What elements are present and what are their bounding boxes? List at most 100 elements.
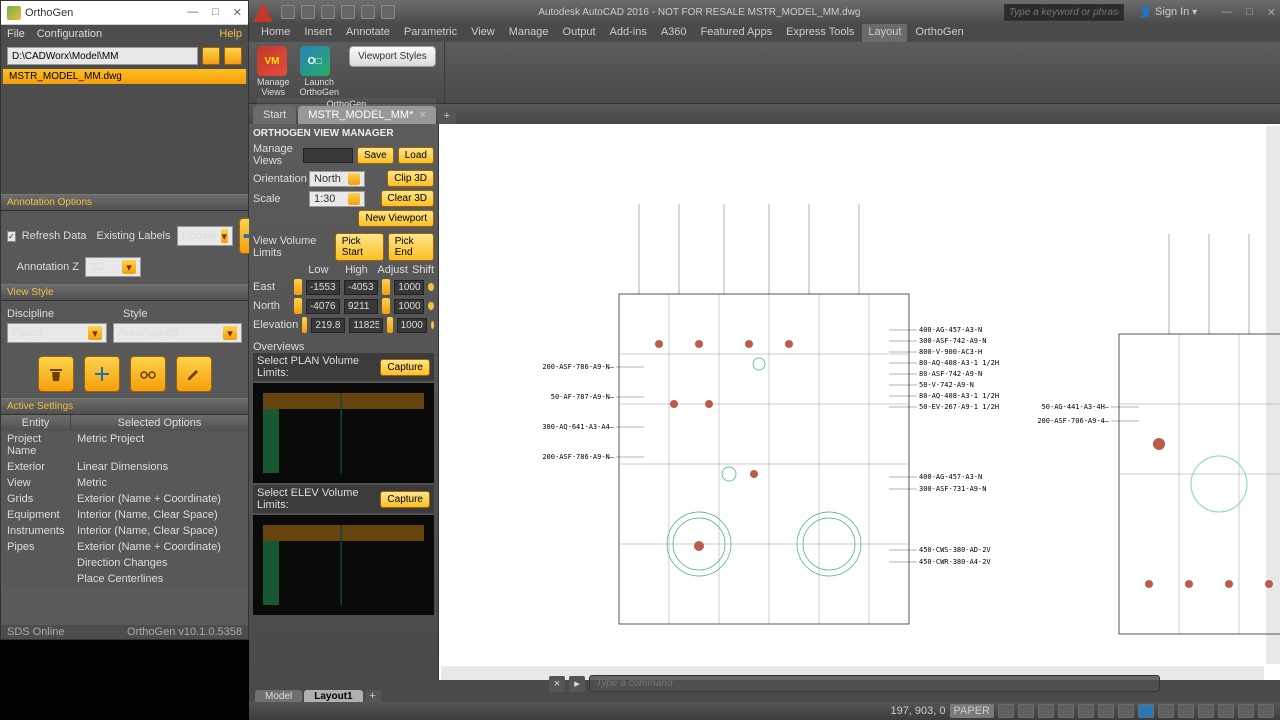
elev-spin[interactable] [302, 317, 307, 333]
east-adjust-input[interactable] [394, 280, 424, 295]
drawing-canvas[interactable]: 200-ASF-786-A9-N—50-AF-787-A9-N—300-AQ-6… [439, 124, 1280, 680]
ribbon-tab-express-tools[interactable]: Express Tools [780, 24, 860, 42]
capture-elev-button[interactable]: Capture [380, 491, 430, 508]
east-shift-dot[interactable] [428, 283, 434, 291]
elev-high-input[interactable] [349, 318, 383, 333]
polar-toggle-icon[interactable] [1058, 704, 1074, 718]
qat-open-icon[interactable] [301, 5, 315, 19]
ribbon-tab-a360[interactable]: A360 [655, 24, 693, 42]
new-doc-tab-button[interactable]: + [438, 108, 456, 124]
refresh-path-icon[interactable] [224, 47, 242, 65]
annotation-scale-icon[interactable] [1138, 704, 1154, 718]
cleanscreen-icon[interactable] [1238, 704, 1254, 718]
ribbon-tab-manage[interactable]: Manage [503, 24, 555, 42]
update-select[interactable]: Update▾ [177, 226, 233, 246]
doc-tab-model[interactable]: MSTR_MODEL_MM*× [298, 106, 436, 124]
lock-ui-icon[interactable] [1178, 704, 1194, 718]
qat-new-icon[interactable] [281, 5, 295, 19]
file-item[interactable]: MSTR_MODEL_MM.dwg [3, 69, 246, 84]
dyn-input-icon[interactable] [1098, 704, 1114, 718]
workspace-icon[interactable] [1158, 704, 1174, 718]
elev-low-input[interactable] [311, 318, 345, 333]
ribbon-tab-layout[interactable]: Layout [862, 24, 907, 42]
east-high-input[interactable] [344, 280, 378, 295]
autocad-logo-icon[interactable] [253, 2, 273, 22]
discipline-select[interactable]: Piping▾ [7, 323, 107, 343]
qat-redo-icon[interactable] [381, 5, 395, 19]
ribbon-tab-annotate[interactable]: Annotate [340, 24, 396, 42]
north-high-input[interactable] [344, 299, 378, 314]
ribbon-tab-view[interactable]: View [465, 24, 501, 42]
ribbon-tab-add-ins[interactable]: Add-ins [604, 24, 653, 42]
elev-thumbnail[interactable] [253, 515, 434, 615]
snap-toggle-icon[interactable] [1018, 704, 1034, 718]
cmdline-close-icon[interactable]: × [549, 676, 565, 692]
command-input[interactable] [589, 675, 1160, 692]
hwaccel-icon[interactable] [1218, 704, 1234, 718]
elev-shift-dot[interactable] [431, 321, 434, 329]
doc-tab-start[interactable]: Start [253, 106, 296, 124]
view-style-button[interactable] [130, 356, 166, 392]
close-tab-icon[interactable]: × [419, 109, 425, 121]
ribbon-tab-orthogen[interactable]: OrthoGen [909, 24, 969, 42]
edit-style-button[interactable] [176, 356, 212, 392]
signin-button[interactable]: 👤 Sign In ▾ [1140, 6, 1197, 18]
menu-configuration[interactable]: Configuration [37, 28, 102, 40]
paper-toggle[interactable]: PAPER [950, 704, 994, 718]
launch-orthogen-button[interactable]: O□ Launch OrthoGen [300, 46, 340, 98]
north-adjust-input[interactable] [394, 299, 424, 314]
clip-3d-button[interactable]: Clip 3D [387, 170, 434, 187]
acad-close-icon[interactable]: ✕ [1267, 6, 1276, 19]
north-spin[interactable] [294, 298, 302, 314]
viewport-styles-button[interactable]: Viewport Styles [349, 46, 436, 67]
acad-maximize-icon[interactable]: □ [1246, 6, 1253, 19]
north-shift-dot[interactable] [428, 302, 434, 310]
ribbon-tab-parametric[interactable]: Parametric [398, 24, 463, 42]
pick-start-button[interactable]: Pick Start [335, 233, 384, 261]
plan-thumbnail[interactable] [253, 383, 434, 483]
cmdline-options-icon[interactable]: ▸ [569, 676, 585, 692]
grid-toggle-icon[interactable] [998, 704, 1014, 718]
ribbon-tab-output[interactable]: Output [557, 24, 602, 42]
east-adj-spin[interactable] [382, 279, 390, 295]
east-low-input[interactable] [306, 280, 340, 295]
delete-style-button[interactable] [38, 356, 74, 392]
menu-help[interactable]: Help [219, 28, 242, 40]
minimize-icon[interactable]: — [187, 6, 198, 19]
style-select[interactable]: AreaPiping8▾ [113, 323, 242, 343]
customize-icon[interactable] [1258, 704, 1274, 718]
elev-adjust-input[interactable] [397, 318, 427, 333]
qat-print-icon[interactable] [341, 5, 355, 19]
save-view-button[interactable]: Save [357, 147, 394, 164]
isolate-icon[interactable] [1198, 704, 1214, 718]
osnap-toggle-icon[interactable] [1078, 704, 1094, 718]
manage-views-button[interactable]: VM Manage Views [257, 46, 290, 98]
menu-file[interactable]: File [7, 28, 25, 40]
north-adj-spin[interactable] [382, 298, 390, 314]
scale-select[interactable]: 1:30 [309, 191, 365, 207]
browse-folder-icon[interactable] [202, 47, 220, 65]
qat-save-icon[interactable] [321, 5, 335, 19]
annotation-z-select[interactable]: 2D▾ [85, 257, 141, 277]
load-view-button[interactable]: Load [398, 147, 434, 164]
ribbon-tab-insert[interactable]: Insert [298, 24, 338, 42]
ribbon-tab-featured-apps[interactable]: Featured Apps [695, 24, 779, 42]
view-name-input[interactable] [303, 148, 353, 163]
lineweight-icon[interactable] [1118, 704, 1134, 718]
refresh-data-checkbox[interactable]: ✓ [7, 231, 16, 242]
ortho-toggle-icon[interactable] [1038, 704, 1054, 718]
path-input[interactable] [7, 47, 198, 65]
close-icon[interactable]: ✕ [233, 6, 242, 19]
new-viewport-button[interactable]: New Viewport [358, 210, 434, 227]
qat-undo-icon[interactable] [361, 5, 375, 19]
pick-end-button[interactable]: Pick End [388, 233, 434, 261]
ribbon-tab-home[interactable]: Home [255, 24, 296, 42]
acad-minimize-icon[interactable]: — [1221, 6, 1232, 19]
orientation-select[interactable]: North [309, 171, 365, 187]
maximize-icon[interactable]: □ [212, 6, 219, 19]
north-low-input[interactable] [306, 299, 340, 314]
clear-3d-button[interactable]: Clear 3D [381, 190, 434, 207]
help-search-input[interactable] [1004, 4, 1124, 21]
capture-plan-button[interactable]: Capture [380, 359, 430, 376]
elev-adj-spin[interactable] [387, 317, 392, 333]
